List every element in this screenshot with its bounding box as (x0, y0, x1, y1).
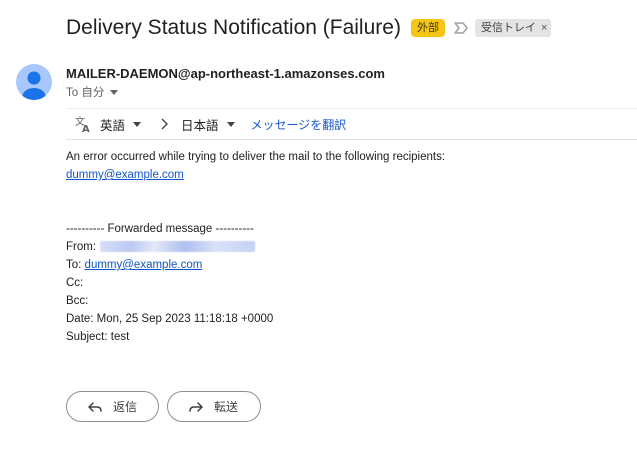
to-line-body: To: dummy@example.com (66, 256, 445, 274)
forward-label: 転送 (214, 400, 239, 414)
subject-line: Subject: test (66, 331, 130, 343)
reply-button[interactable]: 返信 (66, 391, 159, 422)
reply-label: 返信 (113, 400, 138, 414)
subject-row: Delivery Status Notification (Failure) 外… (66, 14, 552, 42)
default-avatar-icon (22, 71, 46, 100)
recipient-details-toggle[interactable]: To 自分 (66, 84, 119, 100)
date-line: Date: Mon, 25 Sep 2023 11:18:18 +0000 (66, 313, 274, 325)
chevron-right-icon (161, 118, 169, 130)
to-recipient-link[interactable]: dummy@example.com (85, 259, 203, 271)
target-language-label: 日本語 (181, 118, 219, 133)
message-body: An error occurred while trying to delive… (66, 148, 445, 346)
failed-recipient-link[interactable]: dummy@example.com (66, 169, 184, 181)
chevron-down-icon (110, 89, 119, 95)
from-line: From: (66, 238, 445, 256)
external-badge: 外部 (410, 19, 445, 37)
important-marker-icon[interactable] (453, 21, 469, 35)
forwarded-header: ---------- Forwarded message ---------- (66, 223, 254, 235)
translate-icon: 文 A (75, 115, 90, 133)
inbox-label-chip[interactable]: 受信トレイ × (474, 19, 552, 37)
reply-icon (88, 401, 102, 412)
dropdown-arrow-icon (226, 121, 235, 127)
email-subject: Delivery Status Notification (Failure) (66, 16, 401, 39)
cc-line: Cc: (66, 277, 84, 289)
to-label: To: (66, 259, 82, 271)
redacted-sender (100, 241, 256, 253)
svg-text:A: A (82, 124, 90, 133)
remove-label-button[interactable]: × (541, 21, 547, 35)
bcc-line: Bcc: (66, 295, 89, 307)
forward-button[interactable]: 転送 (167, 391, 261, 422)
target-language-select[interactable]: 日本語 (181, 115, 235, 134)
source-language-label: 英語 (100, 118, 126, 133)
dropdown-arrow-icon (133, 121, 142, 127)
translate-bar: 文 A 英語 日本語 メッセージを翻訳 (66, 108, 637, 140)
sender-address[interactable]: MAILER-DAEMON@ap-northeast-1.amazonses.c… (66, 66, 385, 81)
from-label: From: (66, 241, 97, 253)
error-message-line: An error occurred while trying to delive… (66, 151, 446, 163)
to-me-label: To 自分 (66, 87, 105, 99)
avatar[interactable] (16, 64, 52, 100)
inbox-label-text: 受信トレイ (480, 22, 536, 34)
source-language-select[interactable]: 英語 (100, 115, 142, 134)
translate-message-link[interactable]: メッセージを翻訳 (251, 116, 347, 133)
forward-icon (189, 401, 203, 412)
